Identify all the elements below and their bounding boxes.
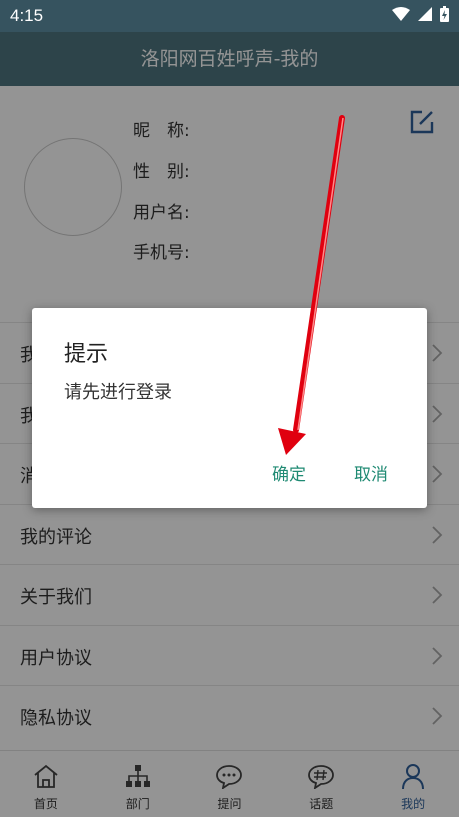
confirm-button[interactable]: 确定 — [272, 460, 306, 485]
dialog-message: 请先进行登录 — [64, 382, 172, 403]
status-time: 4:15 — [10, 6, 44, 25]
status-bar: 4:15 — [0, 0, 459, 32]
status-icons — [392, 6, 449, 22]
battery-icon — [440, 6, 449, 22]
cancel-button[interactable]: 取消 — [354, 460, 388, 485]
dialog-title: 提示 — [64, 342, 109, 367]
signal-icon — [418, 7, 432, 21]
wifi-icon — [392, 7, 410, 21]
login-prompt-dialog: 提示 请先进行登录 确定 取消 — [32, 308, 427, 508]
